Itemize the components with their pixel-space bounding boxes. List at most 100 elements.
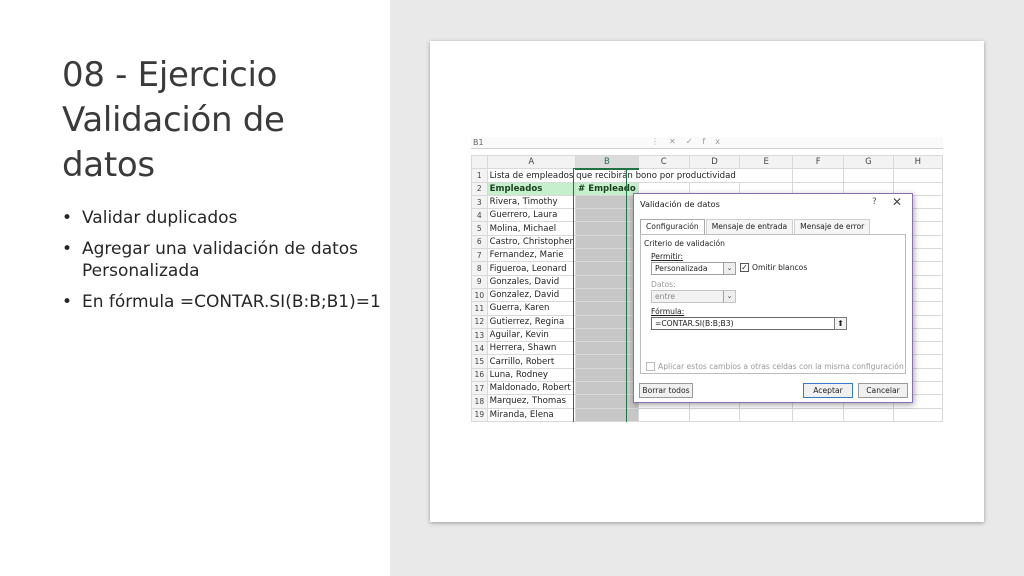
row-header[interactable]: 8 [471, 261, 488, 276]
formula-label: Fórmula: [651, 307, 685, 316]
employee-number-cell[interactable] [575, 287, 639, 303]
datos-select[interactable]: entre ⌄ [651, 290, 736, 303]
employee-name-cell[interactable]: Castro, Christopher [486, 234, 577, 250]
employee-number-cell[interactable] [575, 221, 639, 236]
employee-number-cell[interactable] [575, 407, 639, 422]
row-header[interactable]: 5 [471, 221, 488, 236]
row-header[interactable]: 19 [471, 407, 488, 422]
employee-name-cell[interactable]: Fernandez, Marie [486, 248, 577, 263]
header-cell-numero-empleado[interactable]: # Empleado [575, 181, 639, 196]
employee-number-cell[interactable] [575, 314, 639, 329]
row-header[interactable]: 9 [471, 274, 488, 289]
enter-icon[interactable]: ✓ [686, 137, 703, 146]
row-header[interactable]: 6 [471, 234, 488, 250]
employee-number-cell[interactable] [575, 354, 639, 369]
employee-name-cell[interactable]: Gonzales, David [486, 274, 577, 289]
employee-number-cell[interactable] [575, 381, 639, 396]
row-header[interactable]: 13 [471, 327, 488, 343]
help-icon[interactable]: ? [872, 197, 877, 207]
cancel-icon[interactable]: ✕ [669, 137, 686, 146]
clear-all-button[interactable]: Borrar todos [639, 383, 693, 398]
cell[interactable] [843, 168, 894, 183]
fx-icon[interactable]: fx [702, 137, 730, 146]
column-header-f[interactable]: F [792, 154, 845, 170]
tab-mensaje-error[interactable]: Mensaje de error [794, 219, 871, 234]
select-all-corner[interactable] [471, 154, 488, 170]
apply-all-checkbox[interactable] [646, 362, 655, 371]
employee-name-cell[interactable]: Herrera, Shawn [486, 341, 577, 356]
row-header[interactable]: 12 [471, 314, 488, 329]
cell[interactable] [739, 407, 794, 422]
row-header[interactable]: 14 [471, 341, 488, 356]
employee-name-cell[interactable]: Miranda, Elena [486, 407, 577, 422]
row-header[interactable]: 18 [471, 394, 488, 409]
row-header[interactable]: 1 [471, 168, 488, 183]
employee-name-cell[interactable]: Gonzalez, David [486, 287, 577, 303]
employee-name-cell[interactable]: Carrillo, Robert [486, 354, 577, 369]
employee-number-cell[interactable] [575, 341, 639, 356]
employee-number-cell[interactable] [575, 367, 639, 383]
criteria-group-label: Criterio de validación [644, 239, 725, 248]
employee-number-cell[interactable] [575, 248, 639, 263]
permitir-select[interactable]: Personalizada ⌄ [651, 262, 736, 275]
cell[interactable] [843, 407, 894, 422]
omitir-blancos-checkbox[interactable]: ✓ [740, 263, 749, 272]
employee-name-cell[interactable]: Gutierrez, Regina [486, 314, 577, 329]
row-header[interactable]: 4 [471, 208, 488, 223]
column-header-b[interactable]: B [575, 154, 639, 170]
employee-number-cell[interactable] [575, 394, 639, 409]
cell[interactable] [792, 407, 845, 422]
row-header[interactable]: 15 [471, 354, 488, 369]
employee-name-cell[interactable]: Guerra, Karen [486, 301, 577, 316]
employee-name-cell[interactable]: Rivera, Timothy [486, 194, 577, 210]
header-cell-empleados[interactable]: Empleados [486, 181, 577, 196]
tab-configuracion[interactable]: Configuración [640, 219, 705, 235]
cell[interactable] [792, 168, 845, 183]
column-header-g[interactable]: G [843, 154, 894, 170]
column-header-e[interactable]: E [739, 154, 794, 170]
row-header[interactable]: 3 [471, 194, 488, 210]
formula-bar-icons: ⋮✕✓fx [651, 137, 730, 146]
cell[interactable] [688, 407, 741, 422]
employee-number-cell[interactable] [575, 327, 639, 343]
collapse-range-icon[interactable]: ⬆ [834, 317, 847, 330]
dialog-tabs: Configuración Mensaje de entrada Mensaje… [640, 219, 871, 235]
formula-input[interactable]: =CONTAR.SI(B:B;B3) [651, 317, 836, 330]
employee-number-cell[interactable] [575, 301, 639, 316]
row-header[interactable]: 16 [471, 367, 488, 383]
close-icon[interactable]: ✕ [892, 195, 902, 209]
table-row: 1 Lista de empleados que recibirán bono p… [471, 168, 943, 183]
column-header-a[interactable]: A [486, 154, 577, 170]
ok-button[interactable]: Aceptar [803, 383, 853, 398]
tab-mensaje-entrada[interactable]: Mensaje de entrada [705, 219, 794, 234]
sheet-title-cell[interactable]: Lista de empleados que recibirán bono po… [486, 168, 794, 183]
row-header[interactable]: 7 [471, 248, 488, 263]
row-header[interactable]: 11 [471, 301, 488, 316]
employee-name-cell[interactable]: Maldonado, Robert [486, 381, 577, 396]
cell[interactable] [892, 168, 943, 183]
row-header[interactable]: 10 [471, 287, 488, 303]
employee-name-cell[interactable]: Luna, Rodney [486, 367, 577, 383]
cell[interactable] [637, 407, 690, 422]
column-header-c[interactable]: C [637, 154, 690, 170]
employee-name-cell[interactable]: Marquez, Thomas [486, 394, 577, 409]
row-header[interactable]: 17 [471, 381, 488, 396]
column-header-h[interactable]: H [892, 154, 943, 170]
chevron-down-icon[interactable]: ⌄ [723, 263, 735, 274]
employee-name-cell[interactable]: Figueroa, Leonard [486, 261, 577, 276]
name-box[interactable]: B1 [473, 138, 484, 147]
column-header-d[interactable]: D [688, 154, 741, 170]
employee-number-cell[interactable] [575, 261, 639, 276]
chevron-down-icon[interactable]: ⌄ [723, 291, 735, 302]
employee-number-cell[interactable] [575, 208, 639, 223]
cell[interactable] [892, 407, 943, 422]
bullet-text: En fórmula =CONTAR.SI(B:B;B1)=1 [82, 292, 381, 312]
employee-name-cell[interactable]: Aguilar, Kevin [486, 327, 577, 343]
cancel-button[interactable]: Cancelar [858, 383, 908, 398]
row-header[interactable]: 2 [471, 181, 488, 196]
employee-name-cell[interactable]: Guerrero, Laura [486, 208, 577, 223]
employee-number-cell[interactable] [575, 234, 639, 250]
employee-number-cell[interactable] [575, 274, 639, 289]
employee-number-cell[interactable] [575, 194, 639, 210]
employee-name-cell[interactable]: Molina, Michael [486, 221, 577, 236]
